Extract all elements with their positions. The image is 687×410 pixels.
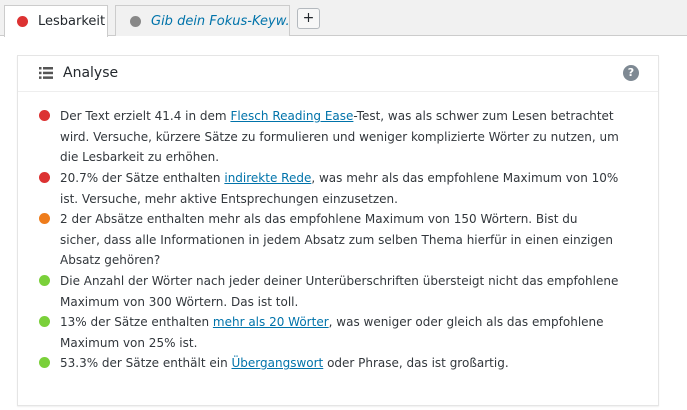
status-good-icon bbox=[39, 275, 50, 286]
add-keyword-button[interactable]: + bbox=[297, 8, 320, 29]
result-text-before: Die Anzahl der Wörter nach jeder deiner … bbox=[60, 274, 619, 309]
tab-status-dot-neutral-icon bbox=[130, 15, 141, 27]
result-text: 20.7% der Sätze enthalten indirekte Rede… bbox=[60, 168, 620, 209]
tab-bar: Lesbarkeit Gib dein Fokus-Keyw... + bbox=[0, 0, 687, 37]
result-text: Die Anzahl der Wörter nach jeder deiner … bbox=[60, 271, 620, 312]
result-text-before: 13% der Sätze enthalten bbox=[60, 315, 213, 329]
result-text: 53.3% der Sätze enthält ein Übergangswor… bbox=[60, 353, 620, 374]
help-icon[interactable]: ? bbox=[623, 65, 639, 81]
analysis-title: Analyse bbox=[63, 65, 119, 81]
result-link-passive-voice[interactable]: indirekte Rede bbox=[224, 171, 311, 185]
result-text-after: oder Phrase, das ist großartig. bbox=[323, 356, 509, 370]
status-ok-icon bbox=[39, 213, 50, 224]
status-bad-icon bbox=[39, 110, 50, 121]
tab-focus-keyword[interactable]: Gib dein Fokus-Keyw... bbox=[115, 5, 290, 36]
result-text-before: 20.7% der Sätze enthalten bbox=[60, 171, 225, 185]
analysis-panel: Analyse ? Der Text erzielt 41.4 in dem F… bbox=[17, 55, 659, 406]
status-bad-icon bbox=[39, 172, 50, 183]
list-icon bbox=[39, 67, 53, 79]
result-text: 13% der Sätze enthalten mehr als 20 Wört… bbox=[60, 312, 620, 353]
tab-status-dot-bad-icon bbox=[17, 16, 28, 27]
result-text: Der Text erzielt 41.4 in dem Flesch Read… bbox=[60, 106, 620, 168]
tab-readability[interactable]: Lesbarkeit bbox=[4, 5, 108, 37]
result-link-sentence-length[interactable]: mehr als 20 Wörter bbox=[213, 315, 329, 329]
result-text-before: Der Text erzielt 41.4 in dem bbox=[60, 109, 231, 123]
status-good-icon bbox=[39, 357, 50, 368]
result-link-transition-words[interactable]: Übergangswort bbox=[232, 356, 324, 370]
result-text: 2 der Absätze enthalten mehr als das emp… bbox=[60, 209, 620, 271]
result-text-before: 2 der Absätze enthalten mehr als das emp… bbox=[60, 212, 613, 267]
tab-readability-label: Lesbarkeit bbox=[38, 14, 106, 29]
result-link-flesch[interactable]: Flesch Reading Ease bbox=[230, 109, 353, 123]
tab-focus-keyword-label: Gib dein Fokus-Keyw... bbox=[151, 13, 289, 29]
analysis-panel-header[interactable]: Analyse ? bbox=[18, 56, 658, 92]
result-text-before: 53.3% der Sätze enthält ein bbox=[60, 356, 232, 370]
status-good-icon bbox=[39, 316, 50, 327]
